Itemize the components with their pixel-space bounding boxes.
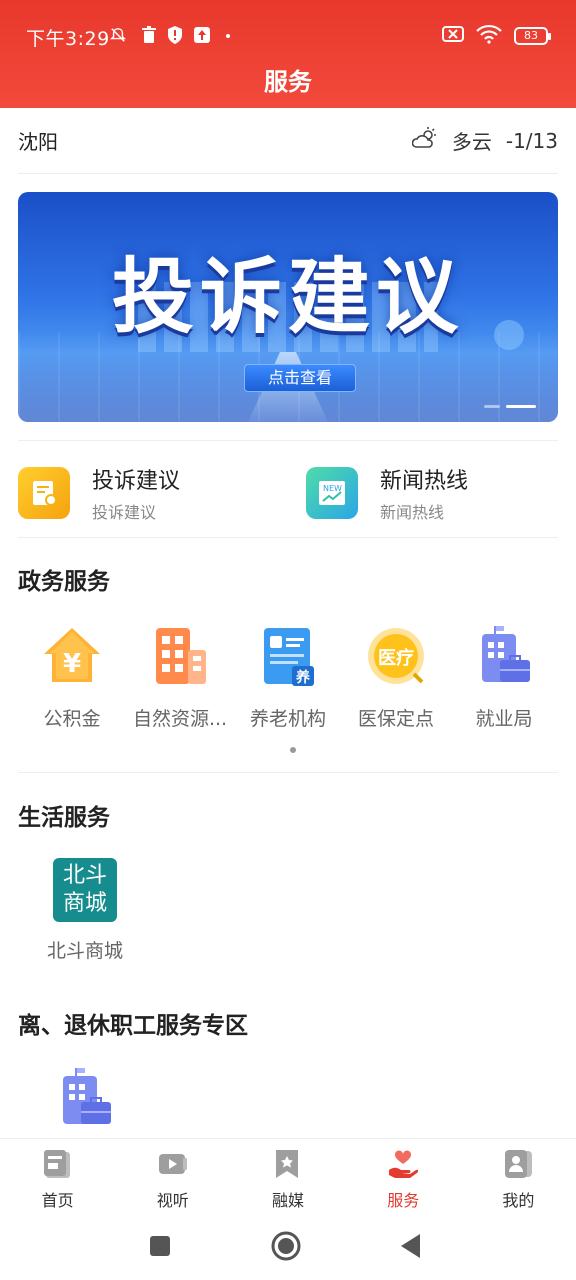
nav-item-video[interactable]: 视听 [115, 1139, 230, 1214]
banner-pager [484, 405, 536, 408]
nav-label: 融媒 [272, 1191, 305, 1210]
building-icon [148, 624, 212, 688]
news-icon: NEW [306, 467, 358, 519]
sim-off-icon [442, 25, 464, 47]
home-news-icon [41, 1147, 75, 1181]
service-heart-icon [386, 1147, 420, 1181]
svg-text:NEW: NEW [323, 484, 342, 493]
nav-label: 我的 [502, 1191, 535, 1210]
home-button[interactable] [270, 1230, 302, 1266]
service-item-employment-bureau[interactable]: 就业局 [450, 624, 558, 731]
weather-condition: 多云 [451, 130, 492, 154]
quick-entry-title: 新闻热线 [380, 469, 469, 494]
page-title: 服务 [264, 68, 312, 96]
system-nav-bar [0, 1214, 576, 1280]
section-divider [18, 772, 558, 773]
media-bookmark-icon [271, 1147, 305, 1181]
service-label: 就业局 [475, 708, 533, 730]
quick-entry-text: 投诉建议 投诉建议 [92, 463, 180, 523]
elderly-care-icon: 养 [256, 624, 320, 688]
nav-label: 视听 [156, 1191, 189, 1210]
video-icon [156, 1147, 190, 1181]
retiree-services-grid [18, 1066, 558, 1136]
service-item-retiree-employment[interactable] [18, 1066, 152, 1136]
back-button[interactable] [398, 1232, 424, 1264]
quick-entry-title: 投诉建议 [92, 469, 181, 494]
section-title-retiree-services: 离、退休职工服务专区 [18, 1013, 248, 1039]
service-label: 北斗商城 [46, 940, 123, 962]
banner-headline: 投诉建议 [111, 250, 464, 345]
svg-text:¥: ¥ [63, 649, 81, 679]
pager-dot [484, 405, 500, 408]
nav-item-media[interactable]: 融媒 [230, 1139, 345, 1214]
weather-info: 多云 -1/13 [411, 126, 558, 155]
city-name[interactable]: 沈阳 [18, 126, 58, 155]
recent-apps-button[interactable] [148, 1234, 172, 1262]
quick-entry-subtitle: 投诉建议 [92, 503, 157, 522]
quick-entry-complaint[interactable]: 投诉建议 投诉建议 [18, 463, 180, 523]
top-bar: 下午3:29 83 服务 [0, 0, 576, 108]
status-bar: 下午3:29 83 [0, 0, 576, 60]
battery-indicator: 83 [514, 27, 551, 45]
bottom-nav: 首页 视听 融媒 服务 我的 [0, 1138, 576, 1214]
profile-icon [501, 1147, 535, 1181]
section-title-gov-services: 政务服务 [18, 569, 110, 595]
nav-item-profile[interactable]: 我的 [461, 1139, 576, 1214]
pager-dot-active [506, 405, 536, 408]
nav-item-home[interactable]: 首页 [0, 1139, 115, 1214]
shield-alert-icon [167, 26, 183, 44]
service-label: 养老机构 [249, 708, 326, 730]
employment-icon [472, 624, 536, 688]
housing-fund-icon: ¥ [40, 624, 104, 688]
mute-bell-icon [110, 26, 126, 44]
service-item-beidou-mall[interactable]: 北斗商城 北斗商城 [18, 858, 152, 963]
banner-view-button[interactable]: 点击查看 [244, 364, 356, 392]
service-label: 自然资源... [132, 708, 228, 730]
beidou-mall-logo: 北斗商城 [53, 858, 117, 922]
upload-icon [194, 26, 210, 44]
notification-dot [226, 34, 230, 38]
service-item-elderly-care[interactable]: 养 养老机构 [234, 624, 342, 731]
service-item-medical-insurance[interactable]: 医疗 医保定点 [342, 624, 450, 731]
status-right: 83 [442, 24, 551, 48]
nav-label: 首页 [41, 1191, 74, 1210]
employment-icon [53, 1066, 117, 1130]
wifi-icon [476, 24, 502, 48]
quick-entry-subtitle: 新闻热线 [380, 503, 445, 522]
section-title-life-services: 生活服务 [18, 805, 110, 831]
grid-pager-dot [290, 747, 296, 753]
complaint-icon [18, 467, 70, 519]
weather-temperature: -1/13 [505, 128, 558, 153]
service-item-natural-resources[interactable]: 自然资源... [126, 624, 234, 731]
svg-text:医疗: 医疗 [378, 647, 414, 669]
svg-text:养: 养 [295, 669, 311, 686]
nav-label: 服务 [387, 1191, 420, 1210]
beidou-mall-logo-text: 北斗商城 [62, 863, 107, 916]
promo-banner[interactable]: 投诉建议 点击查看 [18, 192, 558, 422]
service-label: 医保定点 [357, 708, 434, 730]
service-label: 公积金 [43, 708, 101, 730]
cloud-sun-icon [411, 127, 438, 154]
quick-entry-news-hotline[interactable]: NEW 新闻热线 新闻热线 [306, 463, 468, 523]
weather-bar: 沈阳 多云 -1/13 [18, 108, 558, 174]
life-services-grid: 北斗商城 北斗商城 [18, 858, 558, 963]
quick-entry-text: 新闻热线 新闻热线 [380, 463, 468, 523]
trash-icon [141, 26, 157, 44]
status-time: 下午3:29 [26, 28, 110, 50]
medical-insurance-icon: 医疗 [364, 624, 428, 688]
gov-services-grid: ¥ 公积金 自然资源... 养 养老机构 医疗 医保定点 就业局 [18, 624, 558, 731]
service-item-housing-fund[interactable]: ¥ 公积金 [18, 624, 126, 731]
nav-item-service[interactable]: 服务 [346, 1139, 461, 1214]
quick-entries: 投诉建议 投诉建议 NEW 新闻热线 新闻热线 [18, 440, 558, 538]
